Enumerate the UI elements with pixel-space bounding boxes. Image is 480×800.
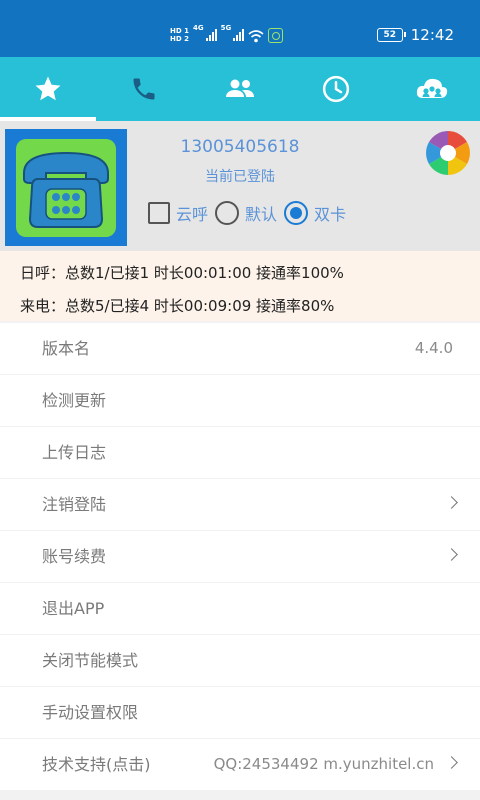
- menu-item-label: 注销登陆: [42, 495, 107, 514]
- battery-icon: 52: [376, 28, 406, 42]
- menu-item-label: 退出APP: [42, 599, 105, 618]
- dual-sim-radio[interactable]: [284, 201, 309, 225]
- menu-item-logout[interactable]: 注销登陆: [0, 479, 480, 530]
- menu-item-manual-permissions[interactable]: 手动设置权限: [0, 687, 480, 738]
- contacts-icon: [226, 79, 254, 97]
- clock-time: 12:42: [410, 26, 454, 44]
- profile-panel: 13005405618 当前已登陆 云呼 默认 双卡: [0, 121, 480, 251]
- outgoing-stats: 日呼：总数1/已接1 时长00:01:00 接通率100%: [20, 264, 344, 282]
- default-label: 默认: [245, 205, 278, 224]
- option-default[interactable]: 默认: [215, 201, 277, 225]
- menu-item-exit-app[interactable]: 退出APP: [0, 583, 480, 634]
- telephone-logo-icon: [16, 139, 116, 237]
- login-status: 当前已登陆: [205, 169, 275, 185]
- menu-item-label: 账号续费: [42, 547, 107, 566]
- tab-bar: [0, 57, 480, 121]
- tab-history[interactable]: [288, 57, 384, 121]
- star-icon: [35, 76, 61, 101]
- cloud-call-label: 云呼: [176, 205, 209, 224]
- signal-1-icon: [205, 29, 217, 41]
- menu-item-version[interactable]: 版本名 4.4.0: [0, 323, 480, 374]
- menu-item-renew-account[interactable]: 账号续费: [0, 531, 480, 582]
- tab-favorites[interactable]: [0, 57, 96, 121]
- network-type-1: 4G: [192, 24, 204, 32]
- menu-item-label: 检测更新: [42, 391, 107, 410]
- version-value: 4.4.0: [414, 339, 453, 357]
- cloud-call-checkbox[interactable]: [148, 202, 170, 224]
- status-bar: HD 1 HD 2 4G 5G 52 12:42: [0, 0, 480, 57]
- status-icons-left: HD 1 HD 2 4G 5G: [170, 22, 284, 48]
- battery-level: 52: [383, 30, 397, 40]
- aperture-icon[interactable]: [424, 129, 472, 177]
- chevron-right-icon: [445, 496, 458, 509]
- phone-number: 13005405618: [180, 137, 300, 157]
- default-radio[interactable]: [215, 201, 240, 225]
- avatar[interactable]: [5, 129, 127, 246]
- menu-item-label: 版本名: [42, 339, 91, 358]
- tab-contacts[interactable]: [192, 57, 288, 121]
- option-cloud-call[interactable]: 云呼: [148, 201, 208, 225]
- network-type-2: 5G: [220, 24, 232, 32]
- call-stats: 日呼：总数1/已接1 时长00:01:00 接通率100% 来电：总数5/已接4…: [0, 251, 480, 321]
- chevron-right-icon: [445, 548, 458, 561]
- menu-item-tech-support[interactable]: 技术支持(点击) QQ:24534492 m.yunzhitel.cn: [0, 739, 480, 790]
- status-icons-right: 52 12:42: [376, 26, 454, 44]
- menu-item-label: 关闭节能模式: [42, 651, 139, 670]
- wifi-icon: [248, 28, 264, 43]
- menu-item-disable-power-saving[interactable]: 关闭节能模式: [0, 635, 480, 686]
- menu-item-label: 手动设置权限: [42, 703, 139, 722]
- call-mode-options: 云呼 默认 双卡: [148, 201, 353, 225]
- sim1-tag: HD 1: [170, 27, 189, 35]
- support-contact: QQ:24534492 m.yunzhitel.cn: [213, 755, 434, 773]
- menu-item-label: 技术支持(点击): [42, 755, 151, 774]
- chevron-right-icon: [445, 756, 458, 769]
- option-dual-sim[interactable]: 双卡: [284, 201, 346, 225]
- sim2-tag: HD 2: [170, 35, 189, 43]
- menu-item-check-update[interactable]: 检测更新: [0, 375, 480, 426]
- tab-cloud[interactable]: [384, 57, 480, 121]
- sim-tags: HD 1 HD 2: [170, 27, 189, 43]
- menu-item-label: 上传日志: [42, 443, 107, 462]
- signal-2-icon: [233, 29, 245, 41]
- clock-icon: [322, 75, 350, 103]
- menu-item-upload-log[interactable]: 上传日志: [0, 427, 480, 478]
- app-notification-icon: [268, 27, 284, 43]
- tab-calls[interactable]: [96, 57, 192, 121]
- phone-icon: [133, 78, 155, 100]
- incoming-stats: 来电：总数5/已接4 时长00:09:09 接通率80%: [20, 297, 335, 315]
- cloud-group-icon: [416, 78, 448, 98]
- dual-sim-label: 双卡: [314, 205, 347, 224]
